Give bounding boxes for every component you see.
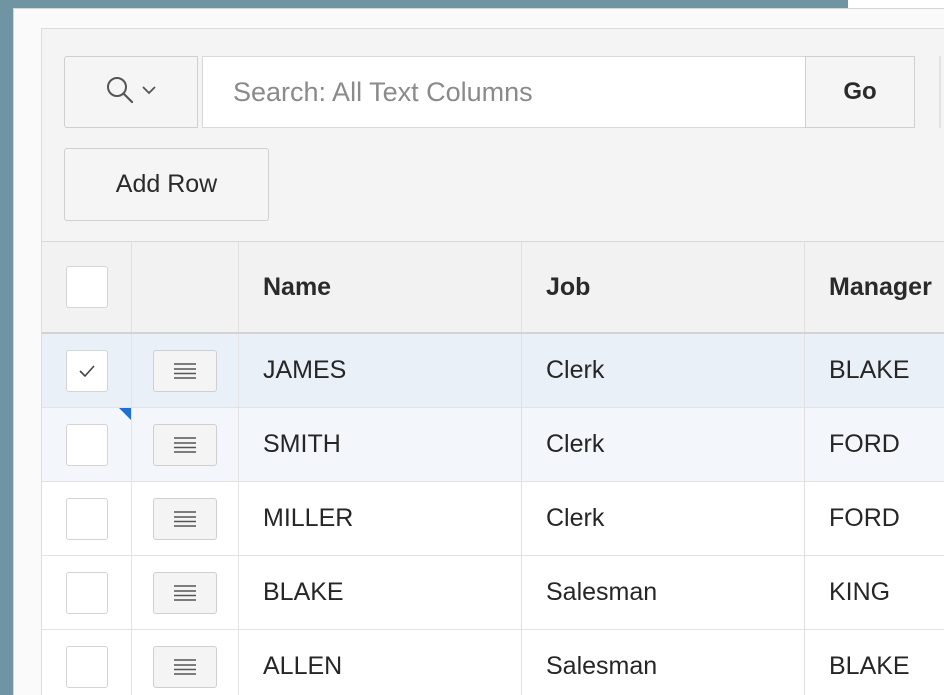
row-actions-menu-icon bbox=[174, 510, 196, 527]
cell-name[interactable]: BLAKE bbox=[239, 556, 522, 629]
cell-job[interactable]: Salesman bbox=[522, 556, 805, 629]
row-select-checkbox[interactable] bbox=[65, 497, 108, 540]
table-row[interactable]: BLAKE Salesman KING bbox=[42, 556, 944, 630]
column-header-label: Manager bbox=[829, 272, 932, 301]
cell-value: BLAKE bbox=[263, 578, 344, 606]
cell-value: Clerk bbox=[546, 356, 605, 384]
cell-name[interactable]: JAMES bbox=[239, 334, 522, 407]
cell-value: FORD bbox=[829, 504, 900, 532]
row-actions-button[interactable] bbox=[153, 423, 217, 466]
table-row[interactable]: SMITH Clerk FORD bbox=[42, 408, 944, 482]
row-actions-button[interactable] bbox=[153, 349, 217, 392]
go-button[interactable]: Go bbox=[805, 56, 915, 128]
cell-manager[interactable]: FORD bbox=[805, 408, 944, 481]
row-select-cell bbox=[42, 482, 132, 555]
cell-value: FORD bbox=[829, 430, 900, 458]
cell-name[interactable]: MILLER bbox=[239, 482, 522, 555]
column-header-label: Name bbox=[263, 272, 332, 301]
row-select-checkbox[interactable] bbox=[65, 423, 108, 466]
cell-job[interactable]: Clerk bbox=[522, 482, 805, 555]
column-header-name[interactable]: Name bbox=[239, 242, 522, 332]
row-select-checkbox[interactable] bbox=[65, 645, 108, 688]
grid-header-row: Name Job Manager bbox=[42, 242, 944, 334]
row-actions-menu-icon bbox=[174, 584, 196, 601]
column-header-job[interactable]: Job bbox=[522, 242, 805, 332]
add-row-button[interactable]: Add Row bbox=[64, 148, 269, 221]
row-actions-cell bbox=[132, 408, 239, 481]
row-changed-marker bbox=[119, 408, 131, 420]
cell-manager[interactable]: BLAKE bbox=[805, 630, 944, 695]
cell-value: ALLEN bbox=[263, 652, 343, 680]
table-row[interactable]: ALLEN Salesman BLAKE bbox=[42, 630, 944, 695]
interactive-grid-panel: Go Add Row Name Job Manager bbox=[41, 28, 944, 695]
cell-value: BLAKE bbox=[829, 356, 910, 384]
row-select-cell bbox=[42, 556, 132, 629]
row-actions-button[interactable] bbox=[153, 571, 217, 614]
cell-value: BLAKE bbox=[829, 652, 910, 680]
column-header-manager[interactable]: Manager bbox=[805, 242, 944, 332]
header-select-cell bbox=[42, 242, 132, 332]
column-header-label: Job bbox=[546, 272, 591, 301]
cell-manager[interactable]: FORD bbox=[805, 482, 944, 555]
cell-value: Clerk bbox=[546, 430, 605, 458]
row-select-cell bbox=[42, 630, 132, 695]
search-group: Go bbox=[64, 56, 915, 128]
toolbar-divider bbox=[939, 56, 941, 128]
cell-value: KING bbox=[829, 578, 891, 606]
cell-name[interactable]: ALLEN bbox=[239, 630, 522, 695]
cell-job[interactable]: Clerk bbox=[522, 334, 805, 407]
row-actions-menu-icon bbox=[174, 436, 196, 453]
cell-value: Salesman bbox=[546, 578, 658, 606]
row-actions-cell bbox=[132, 482, 239, 555]
cell-job[interactable]: Salesman bbox=[522, 630, 805, 695]
search-icon bbox=[105, 75, 135, 110]
chevron-down-icon bbox=[141, 83, 157, 101]
cell-value: MILLER bbox=[263, 504, 354, 532]
cell-value: JAMES bbox=[263, 356, 347, 384]
header-actions-cell bbox=[132, 242, 239, 332]
row-actions-cell bbox=[132, 630, 239, 695]
search-column-scope-button[interactable] bbox=[64, 56, 198, 128]
cell-manager[interactable]: BLAKE bbox=[805, 334, 944, 407]
cell-value: Salesman bbox=[546, 652, 658, 680]
interactive-grid-region: Go Add Row Name Job Manager bbox=[13, 8, 944, 695]
row-actions-cell bbox=[132, 334, 239, 407]
row-select-cell bbox=[42, 408, 132, 481]
row-actions-cell bbox=[132, 556, 239, 629]
cell-name[interactable]: SMITH bbox=[239, 408, 522, 481]
data-grid: Name Job Manager JAMES Clerk BLAKE SMITH… bbox=[42, 241, 944, 695]
row-select-cell bbox=[42, 334, 132, 407]
select-all-checkbox[interactable] bbox=[65, 266, 108, 308]
row-actions-button[interactable] bbox=[153, 645, 217, 688]
grid-toolbar: Go Add Row bbox=[42, 29, 944, 234]
row-actions-menu-icon bbox=[174, 658, 196, 675]
cell-value: Clerk bbox=[546, 504, 605, 532]
search-input[interactable] bbox=[203, 57, 805, 127]
table-row[interactable]: MILLER Clerk FORD bbox=[42, 482, 944, 556]
row-actions-menu-icon bbox=[174, 362, 196, 379]
search-field-container bbox=[202, 56, 806, 128]
cell-job[interactable]: Clerk bbox=[522, 408, 805, 481]
cell-manager[interactable]: KING bbox=[805, 556, 944, 629]
cell-value: SMITH bbox=[263, 430, 341, 458]
row-select-checkbox[interactable] bbox=[65, 571, 108, 614]
row-actions-button[interactable] bbox=[153, 497, 217, 540]
checkmark-icon bbox=[78, 364, 95, 377]
table-row[interactable]: JAMES Clerk BLAKE bbox=[42, 334, 944, 408]
row-select-checkbox[interactable] bbox=[65, 349, 108, 392]
